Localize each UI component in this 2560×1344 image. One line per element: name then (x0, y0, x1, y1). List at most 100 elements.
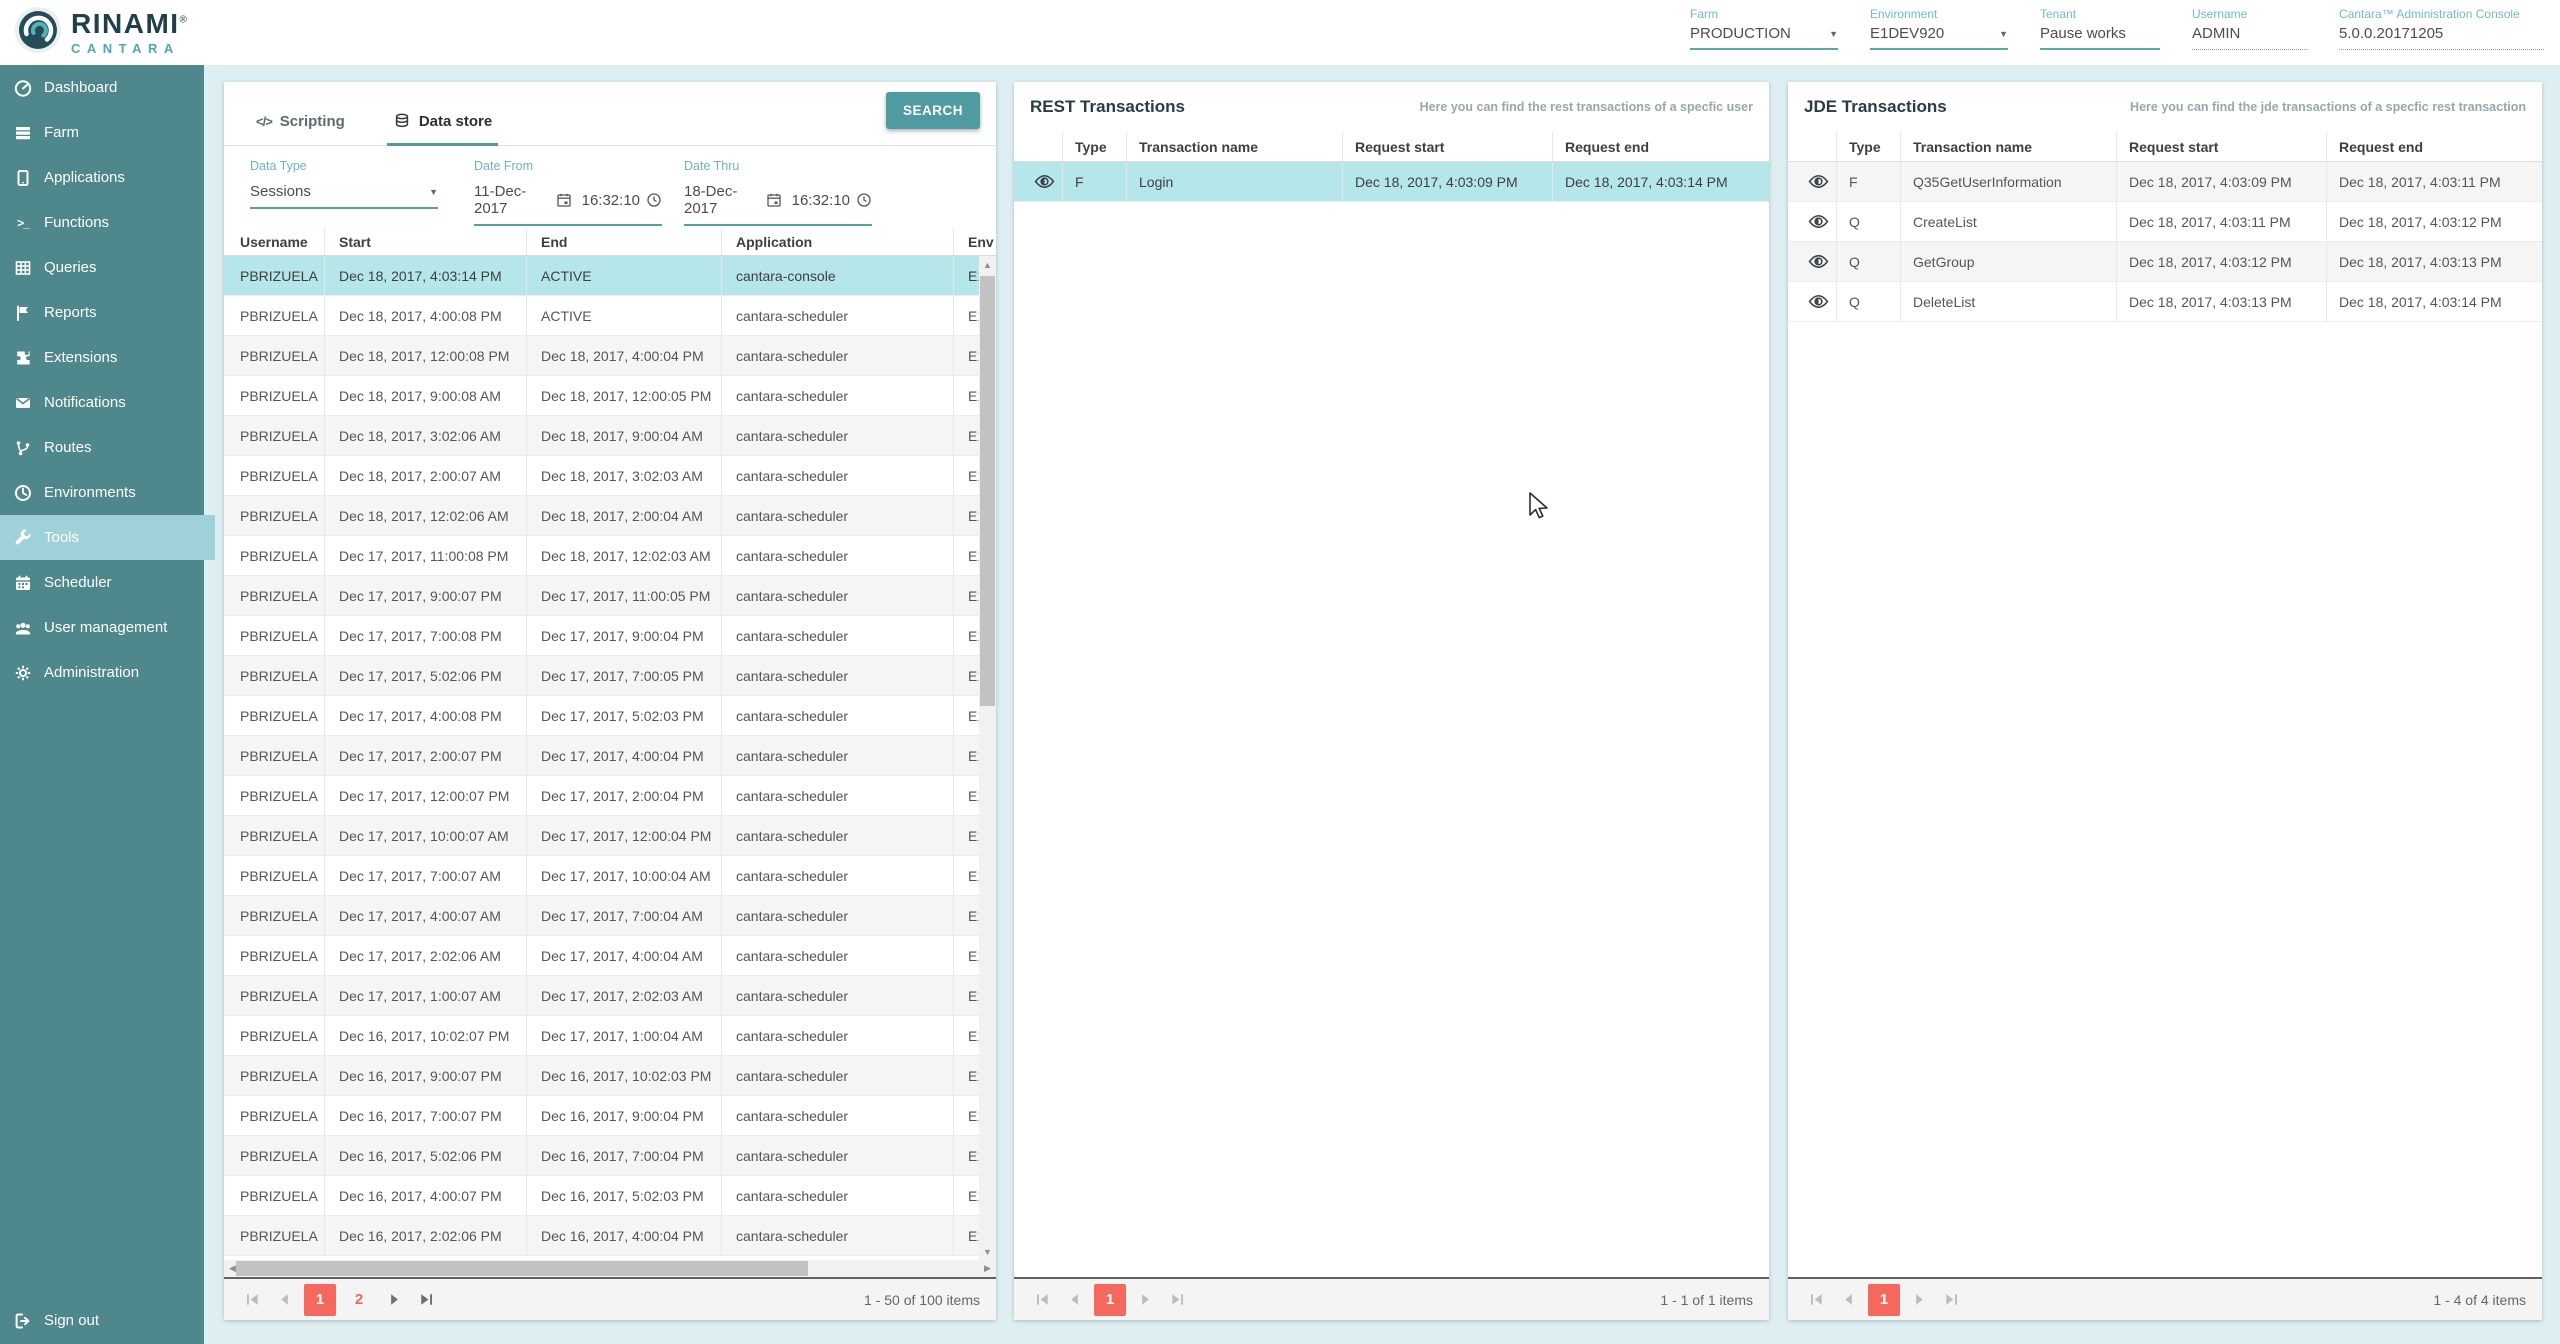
vertical-scrollbar-thumb[interactable] (980, 276, 995, 706)
sidebar-item-applications[interactable]: Applications (0, 155, 204, 200)
scroll-down-icon[interactable]: ▼ (979, 1243, 996, 1260)
vertical-scrollbar[interactable]: ▲ ▼ (979, 256, 996, 1260)
horizontal-scrollbar-thumb[interactable] (236, 1261, 808, 1276)
column-header-env[interactable]: Env (953, 228, 996, 255)
tab-scripting[interactable]: </> Scripting (250, 113, 351, 145)
date-from-field[interactable]: Date From 11-Dec-2017 16:32:10 (474, 157, 662, 226)
session-row[interactable]: PBRIZUELADec 18, 2017, 2:00:07 AMDec 18,… (224, 456, 996, 496)
sidebar-item-farm[interactable]: Farm (0, 110, 204, 155)
session-row[interactable]: PBRIZUELADec 17, 2017, 2:02:06 AMDec 17,… (224, 936, 996, 976)
column-header-application[interactable]: Application (721, 228, 953, 255)
session-row[interactable]: PBRIZUELADec 16, 2017, 4:00:07 PMDec 16,… (224, 1176, 996, 1216)
transaction-cell: CreateList (1900, 202, 2116, 241)
session-row[interactable]: PBRIZUELADec 17, 2017, 5:02:06 PMDec 17,… (224, 656, 996, 696)
session-row[interactable]: PBRIZUELADec 18, 2017, 4:03:14 PMACTIVEc… (224, 256, 996, 296)
clock-icon[interactable] (856, 192, 872, 208)
pagination-page-2[interactable]: 2 (343, 1284, 375, 1316)
session-row[interactable]: PBRIZUELADec 18, 2017, 12:02:06 AMDec 18… (224, 496, 996, 536)
session-row[interactable]: PBRIZUELADec 17, 2017, 9:00:07 PMDec 17,… (224, 576, 996, 616)
session-row[interactable]: PBRIZUELADec 17, 2017, 1:00:07 AMDec 17,… (224, 976, 996, 1016)
jde-transaction-row[interactable]: QDeleteListDec 18, 2017, 4:03:13 PMDec 1… (1788, 282, 2542, 322)
calendar-icon[interactable] (766, 192, 782, 208)
date-thru-field[interactable]: Date Thru 18-Dec-2017 16:32:10 (684, 157, 872, 226)
data-type-select[interactable]: Data Type Sessions▼ (250, 157, 438, 209)
sidebar-item-functions[interactable]: >_Functions (0, 200, 204, 245)
column-header-start[interactable]: Start (324, 228, 526, 255)
session-row[interactable]: PBRIZUELADec 16, 2017, 2:02:06 PMDec 16,… (224, 1216, 996, 1256)
session-row[interactable]: PBRIZUELADec 18, 2017, 9:00:08 AMDec 18,… (224, 376, 996, 416)
sidebar-item-tools[interactable]: Tools (0, 515, 215, 560)
pagination-next-button[interactable] (382, 1287, 407, 1312)
sidebar-item-reports[interactable]: Reports (0, 290, 204, 335)
datastore-tabbar: </> Scripting Data store SEARCH (224, 82, 996, 146)
column-header-request-end[interactable]: Request end (2326, 132, 2542, 161)
sidebar-item-environments[interactable]: Environments (0, 470, 204, 515)
pagination-page-1[interactable]: 1 (1868, 1284, 1900, 1316)
sign-out-button[interactable]: Sign out (0, 1298, 204, 1343)
pagination-page-1[interactable]: 1 (304, 1284, 336, 1316)
pagination-page-1[interactable]: 1 (1094, 1284, 1126, 1316)
sidebar-item-user-management[interactable]: User management (0, 605, 204, 650)
eye-icon[interactable] (1808, 251, 1829, 272)
pagination-items-text: 1 - 50 of 100 items (864, 1292, 980, 1308)
rest-panel-title: REST Transactions (1030, 97, 1185, 117)
session-row[interactable]: PBRIZUELADec 17, 2017, 7:00:08 PMDec 17,… (224, 616, 996, 656)
session-row[interactable]: PBRIZUELADec 17, 2017, 2:00:07 PMDec 17,… (224, 736, 996, 776)
tenant-field[interactable]: Tenant Pause works (2040, 7, 2160, 50)
eye-icon[interactable] (1808, 291, 1829, 312)
sidebar-item-extensions[interactable]: Extensions (0, 335, 204, 380)
session-cell: cantara-console (721, 256, 953, 295)
jde-transaction-row[interactable]: FQ35GetUserInformationDec 18, 2017, 4:03… (1788, 162, 2542, 202)
column-header-request-end[interactable]: Request end (1552, 132, 1769, 161)
session-row[interactable]: PBRIZUELADec 18, 2017, 12:00:08 PMDec 18… (224, 336, 996, 376)
session-cell: cantara-scheduler (721, 496, 953, 535)
session-row[interactable]: PBRIZUELADec 16, 2017, 10:02:07 PMDec 17… (224, 1016, 996, 1056)
farm-select[interactable]: Farm PRODUCTION▼ (1690, 7, 1838, 50)
session-row[interactable]: PBRIZUELADec 17, 2017, 4:00:08 PMDec 17,… (224, 696, 996, 736)
jde-transaction-row[interactable]: QCreateListDec 18, 2017, 4:03:11 PMDec 1… (1788, 202, 2542, 242)
session-cell: cantara-scheduler (721, 736, 953, 775)
environment-select[interactable]: Environment E1DEV920▼ (1870, 7, 2008, 50)
rest-transaction-row[interactable]: FLoginDec 18, 2017, 4:03:09 PMDec 18, 20… (1014, 162, 1769, 202)
session-row[interactable]: PBRIZUELADec 16, 2017, 9:00:07 PMDec 16,… (224, 1056, 996, 1096)
scroll-right-icon[interactable]: ▶ (979, 1260, 996, 1277)
search-button[interactable]: SEARCH (886, 92, 980, 129)
column-header-type[interactable]: Type (1062, 132, 1126, 161)
column-header-request-start[interactable]: Request start (2116, 132, 2326, 161)
eye-icon[interactable] (1808, 171, 1829, 192)
column-header-type[interactable]: Type (1836, 132, 1900, 161)
session-cell: Dec 16, 2017, 5:02:03 PM (526, 1176, 721, 1215)
session-row[interactable]: PBRIZUELADec 17, 2017, 10:00:07 AMDec 17… (224, 816, 996, 856)
clock-icon[interactable] (646, 192, 662, 208)
sidebar-item-queries[interactable]: Queries (0, 245, 204, 290)
sidebar-item-dashboard[interactable]: Dashboard (0, 65, 204, 110)
tab-data-store[interactable]: Data store (387, 112, 498, 145)
session-cell: PBRIZUELA (224, 388, 324, 404)
sidebar-item-notifications[interactable]: Notifications (0, 380, 204, 425)
eye-icon[interactable] (1808, 211, 1829, 232)
sidebar-item-administration[interactable]: Administration (0, 650, 204, 695)
column-header-transaction-name[interactable]: Transaction name (1900, 132, 2116, 161)
session-row[interactable]: PBRIZUELADec 18, 2017, 4:00:08 PMACTIVEc… (224, 296, 996, 336)
view-transaction-cell (1788, 282, 1836, 321)
scroll-up-icon[interactable]: ▲ (979, 256, 996, 273)
pagination-last-button[interactable] (414, 1287, 439, 1312)
calendar-icon[interactable] (556, 192, 572, 208)
session-row[interactable]: PBRIZUELADec 18, 2017, 3:02:06 AMDec 18,… (224, 416, 996, 456)
sidebar-item-routes[interactable]: Routes (0, 425, 204, 470)
session-row[interactable]: PBRIZUELADec 16, 2017, 7:00:07 PMDec 16,… (224, 1096, 996, 1136)
session-row[interactable]: PBRIZUELADec 17, 2017, 4:00:07 AMDec 17,… (224, 896, 996, 936)
column-header-request-start[interactable]: Request start (1342, 132, 1552, 161)
session-row[interactable]: PBRIZUELADec 17, 2017, 7:00:07 AMDec 17,… (224, 856, 996, 896)
session-row[interactable]: PBRIZUELADec 17, 2017, 12:00:07 PMDec 17… (224, 776, 996, 816)
horizontal-scrollbar[interactable]: ◀ ▶ (224, 1260, 996, 1277)
column-header-end[interactable]: End (526, 228, 721, 255)
session-row[interactable]: PBRIZUELADec 16, 2017, 5:02:06 PMDec 16,… (224, 1136, 996, 1176)
eye-icon[interactable] (1034, 171, 1055, 192)
session-cell: PBRIZUELA (224, 908, 324, 924)
jde-transaction-row[interactable]: QGetGroupDec 18, 2017, 4:03:12 PMDec 18,… (1788, 242, 2542, 282)
session-row[interactable]: PBRIZUELADec 17, 2017, 11:00:08 PMDec 18… (224, 536, 996, 576)
sidebar-item-scheduler[interactable]: Scheduler (0, 560, 204, 605)
column-header-transaction-name[interactable]: Transaction name (1126, 132, 1342, 161)
column-header-username[interactable]: Username (224, 234, 324, 250)
